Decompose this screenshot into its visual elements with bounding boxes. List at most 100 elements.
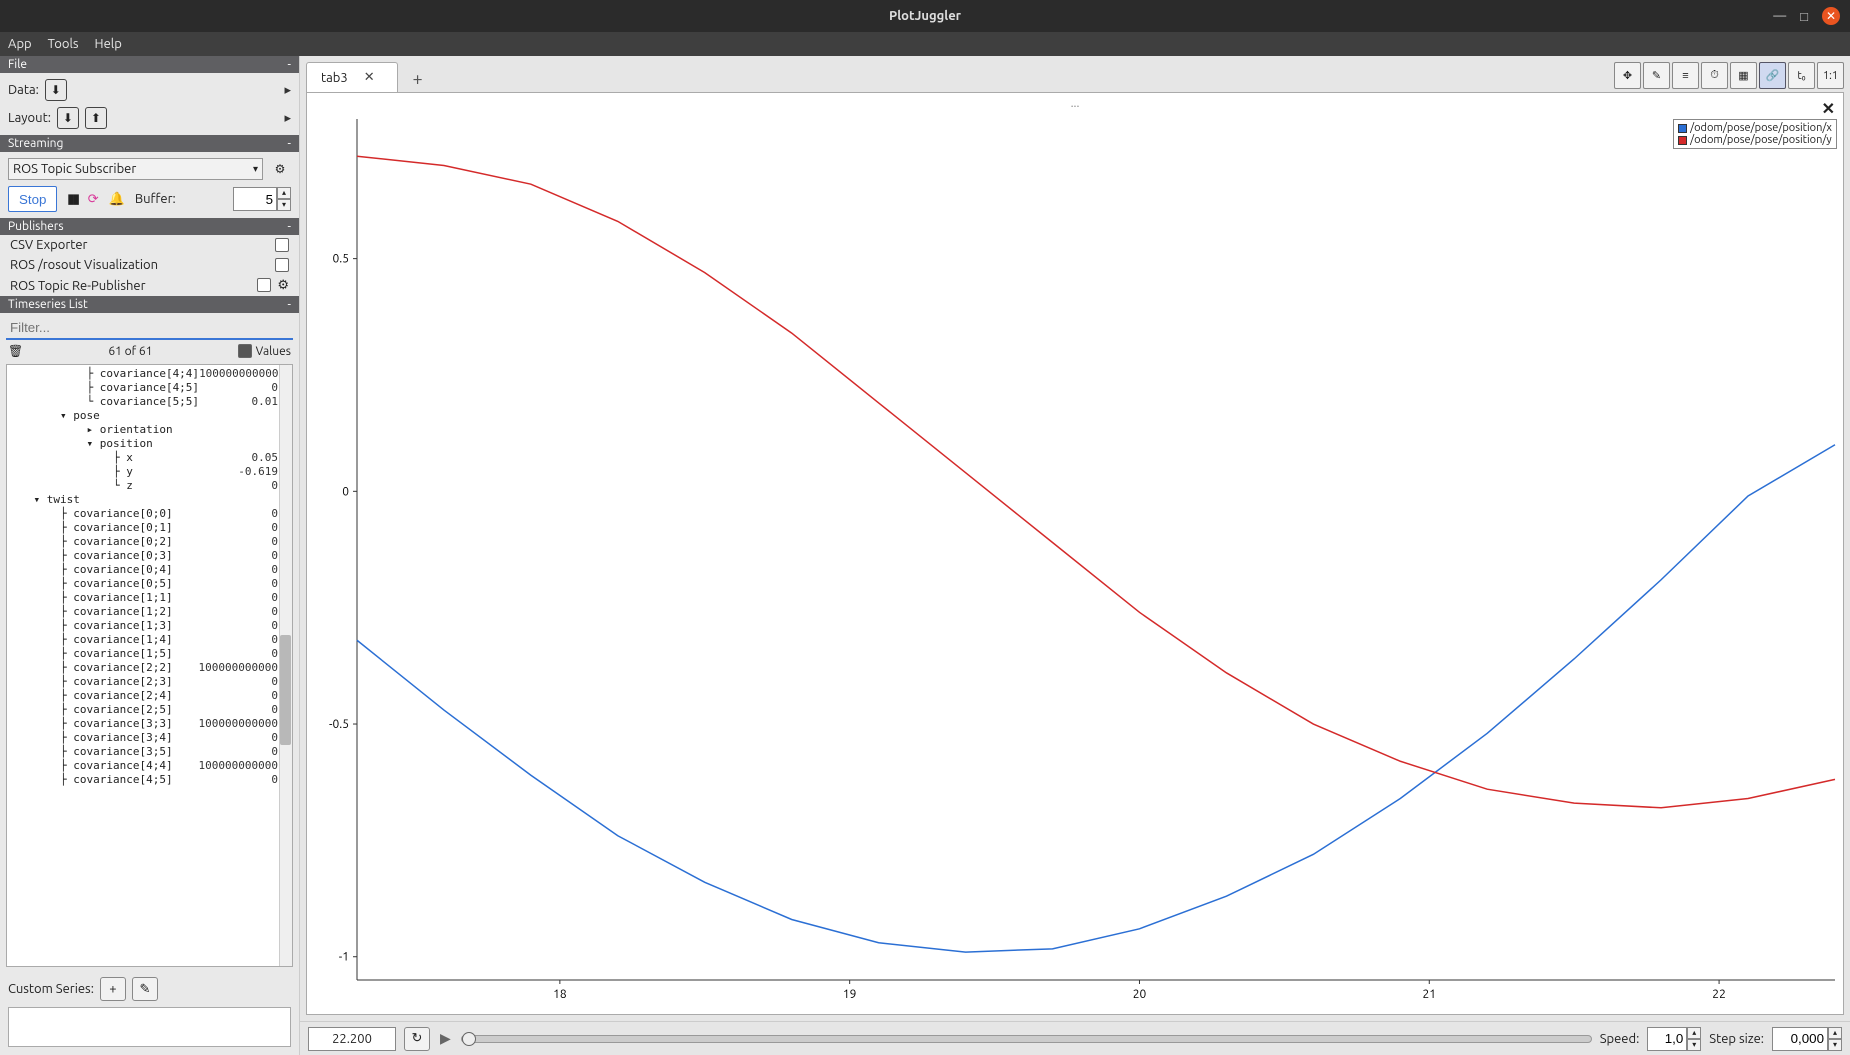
load-layout-icon[interactable]: ⬇ [57,107,79,129]
timeseries-section-header[interactable]: Timeseries List- [0,296,299,313]
file-section-header[interactable]: File- [0,56,299,73]
edit-custom-series-button[interactable]: ✎ [132,977,158,1001]
main-area: tab3 ✕ + ✥ ✎ ≡ ⏱ ▦ 🔗 t₀ 1:1 ... ✕ /odom/… [300,56,1850,1055]
tree-row[interactable]: ├ covariance[2;3]0 [7,675,292,689]
maximize-icon[interactable]: □ [1800,9,1808,24]
timeseries-header-label: Timeseries List [8,298,88,311]
add-tab-button[interactable]: + [404,66,432,92]
tree-row[interactable]: ├ covariance[3;5]0 [7,745,292,759]
publisher-label: ROS Topic Re-Publisher [10,279,146,293]
menu-tools[interactable]: Tools [48,37,79,51]
custom-series-list[interactable] [8,1007,291,1047]
tree-row[interactable]: ├ covariance[4;5]0 [7,381,292,395]
tree-row[interactable]: ├ covariance[0;3]0 [7,549,292,563]
tree-row[interactable]: ├ covariance[4;5]0 [7,773,292,787]
slider-knob[interactable] [462,1032,476,1046]
tree-row[interactable]: ▾ twist [7,493,292,507]
publisher-row: ROS Topic Re-Publisher ⚙ [0,275,299,296]
time-slider[interactable] [461,1035,1592,1043]
tab-close-icon[interactable]: ✕ [364,70,375,85]
tree-row[interactable]: ├ covariance[1;4]0 [7,633,292,647]
speed-input[interactable] [1647,1027,1687,1051]
layout-expand-icon[interactable] [284,111,291,126]
tree-row[interactable]: ├ covariance[0;0]0 [7,507,292,521]
tree-row[interactable]: ├ covariance[1;2]0 [7,605,292,619]
values-checkbox[interactable] [238,344,252,358]
buffer-up[interactable]: ▴ [277,187,291,199]
tree-row[interactable]: ├ covariance[4;4]100000000000 [7,759,292,773]
buffer-input[interactable] [233,187,277,211]
tree-row[interactable]: ├ covariance[2;4]0 [7,689,292,703]
tree-row[interactable]: ├ covariance[3;3]100000000000 [7,717,292,731]
load-data-icon[interactable]: ⬇ [45,79,67,101]
clear-icon[interactable]: ⟳ [88,192,99,207]
tool-link-icon[interactable]: 🔗 [1759,62,1786,89]
tool-move-icon[interactable]: ✥ [1614,62,1641,89]
loop-icon[interactable]: ↻ [404,1027,430,1051]
tree-row[interactable]: ├ covariance[0;4]0 [7,563,292,577]
pause-icon[interactable]: ▮▮ [67,192,77,207]
plot-panel[interactable]: ... ✕ /odom/pose/pose/position/x/odom/po… [306,92,1844,1015]
tool-grid-icon[interactable]: ▦ [1730,62,1757,89]
filter-input[interactable] [6,317,293,340]
tool-time-icon[interactable]: ⏱ [1701,62,1728,89]
layout-label: Layout: [8,111,51,125]
tree-row[interactable]: ├ covariance[0;2]0 [7,535,292,549]
tree-row[interactable]: ├ covariance[1;1]0 [7,591,292,605]
tool-edit-icon[interactable]: ✎ [1643,62,1670,89]
playback-bar: 22.200 ↻ ▶ Speed: ▴▾ Step size: ▴▾ [300,1021,1850,1055]
x-tick-label: 21 [1423,988,1437,1001]
y-tick-label: 0 [342,485,349,498]
chart-series [357,156,1835,808]
tree-row[interactable]: ▾ pose [7,409,292,423]
publisher-settings-icon[interactable]: ⚙ [277,278,289,293]
close-icon[interactable]: ✕ [1822,7,1840,25]
menu-app[interactable]: App [8,37,32,51]
publisher-checkbox[interactable] [275,238,289,252]
streaming-settings-icon[interactable]: ⚙ [269,158,291,180]
streaming-source-select[interactable]: ROS Topic Subscriber▾ [8,158,263,180]
save-layout-icon[interactable]: ⬆ [85,107,107,129]
tree-row[interactable]: ▾ position [7,437,292,451]
timeseries-tree[interactable]: ├ covariance[4;4]100000000000 ├ covarian… [6,364,293,967]
publishers-section-header[interactable]: Publishers- [0,218,299,235]
y-tick-label: 0.5 [333,253,350,266]
tree-row[interactable]: ├ covariance[1;5]0 [7,647,292,661]
add-custom-series-button[interactable]: + [100,977,126,1001]
tree-row[interactable]: ├ y-0.619 [7,465,292,479]
current-time[interactable]: 22.200 [308,1027,396,1051]
plot-chart: 0.50-0.5-11819202122 [307,113,1843,1008]
tree-row[interactable]: ├ covariance[2;2]100000000000 [7,661,292,675]
play-icon[interactable]: ▶ [438,1030,453,1047]
file-header-label: File [8,58,27,71]
tree-row[interactable]: ├ covariance[2;5]0 [7,703,292,717]
tree-row[interactable]: ├ covariance[0;5]0 [7,577,292,591]
tree-row[interactable]: ├ covariance[1;3]0 [7,619,292,633]
tool-t0-icon[interactable]: t₀ [1788,62,1815,89]
minimize-icon[interactable]: — [1773,9,1786,23]
tool-ratio-icon[interactable]: 1:1 [1817,62,1844,89]
tab-active[interactable]: tab3 ✕ [306,62,398,92]
step-input[interactable] [1772,1027,1828,1051]
tree-row[interactable]: ├ x0.05 [7,451,292,465]
streaming-section-header[interactable]: Streaming- [0,135,299,152]
publisher-label: ROS /rosout Visualization [10,258,158,272]
tree-scrollbar[interactable] [279,365,292,966]
menu-help[interactable]: Help [95,37,122,51]
step-label: Step size: [1709,1032,1764,1046]
publisher-checkbox[interactable] [275,258,289,272]
trash-icon[interactable]: 🗑 [8,344,23,358]
stop-button[interactable]: Stop [8,186,57,212]
publisher-checkbox[interactable] [257,278,271,292]
tree-row[interactable]: ├ covariance[4;4]100000000000 [7,367,292,381]
notify-icon[interactable]: 🔔 [109,192,125,207]
buffer-down[interactable]: ▾ [277,199,291,211]
streaming-header-label: Streaming [8,137,63,150]
tree-row[interactable]: ├ covariance[3;4]0 [7,731,292,745]
data-expand-icon[interactable] [284,83,291,98]
tree-row[interactable]: └ covariance[5;5]0.01 [7,395,292,409]
tree-row[interactable]: └ z0 [7,479,292,493]
tree-row[interactable]: ├ covariance[0;1]0 [7,521,292,535]
tree-row[interactable]: ▸ orientation [7,423,292,437]
tool-list-icon[interactable]: ≡ [1672,62,1699,89]
